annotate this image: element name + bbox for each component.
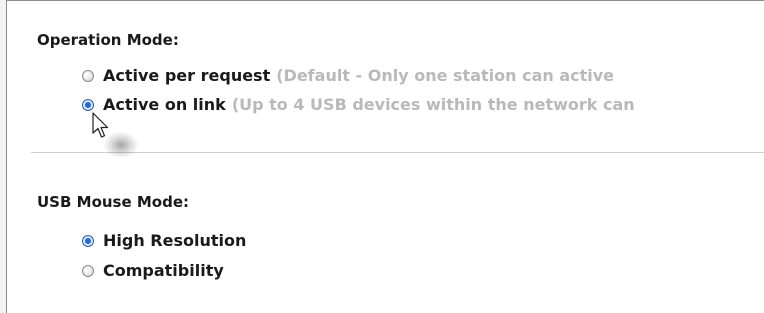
radio-button-checked[interactable] [82, 98, 94, 111]
usb-mouse-mode-title: USB Mouse Mode: [37, 193, 190, 211]
radio-button-unchecked[interactable] [82, 69, 94, 82]
usb-mouse-mode-option-compatibility[interactable]: Compatibility [82, 261, 224, 280]
operation-mode-title: Operation Mode: [37, 31, 179, 49]
option-label: High Resolution [103, 231, 247, 250]
usb-mouse-mode-option-high-resolution[interactable]: High Resolution [82, 231, 246, 250]
option-label: Compatibility [103, 261, 224, 280]
radio-button-checked[interactable] [82, 234, 94, 247]
option-label: Active on link [103, 95, 226, 114]
arrow-pointer-icon [92, 112, 109, 138]
option-description: (Default - Only one station can active [276, 66, 615, 85]
option-description: (Up to 4 USB devices within the network … [231, 95, 635, 114]
operation-mode-option-active-per-request[interactable]: Active per request (Default - Only one s… [82, 66, 614, 85]
radio-button-unchecked[interactable] [82, 264, 94, 277]
section-divider [31, 152, 764, 153]
option-label: Active per request [103, 66, 271, 85]
operation-mode-option-active-on-link[interactable]: Active on link (Up to 4 USB devices with… [82, 95, 635, 114]
